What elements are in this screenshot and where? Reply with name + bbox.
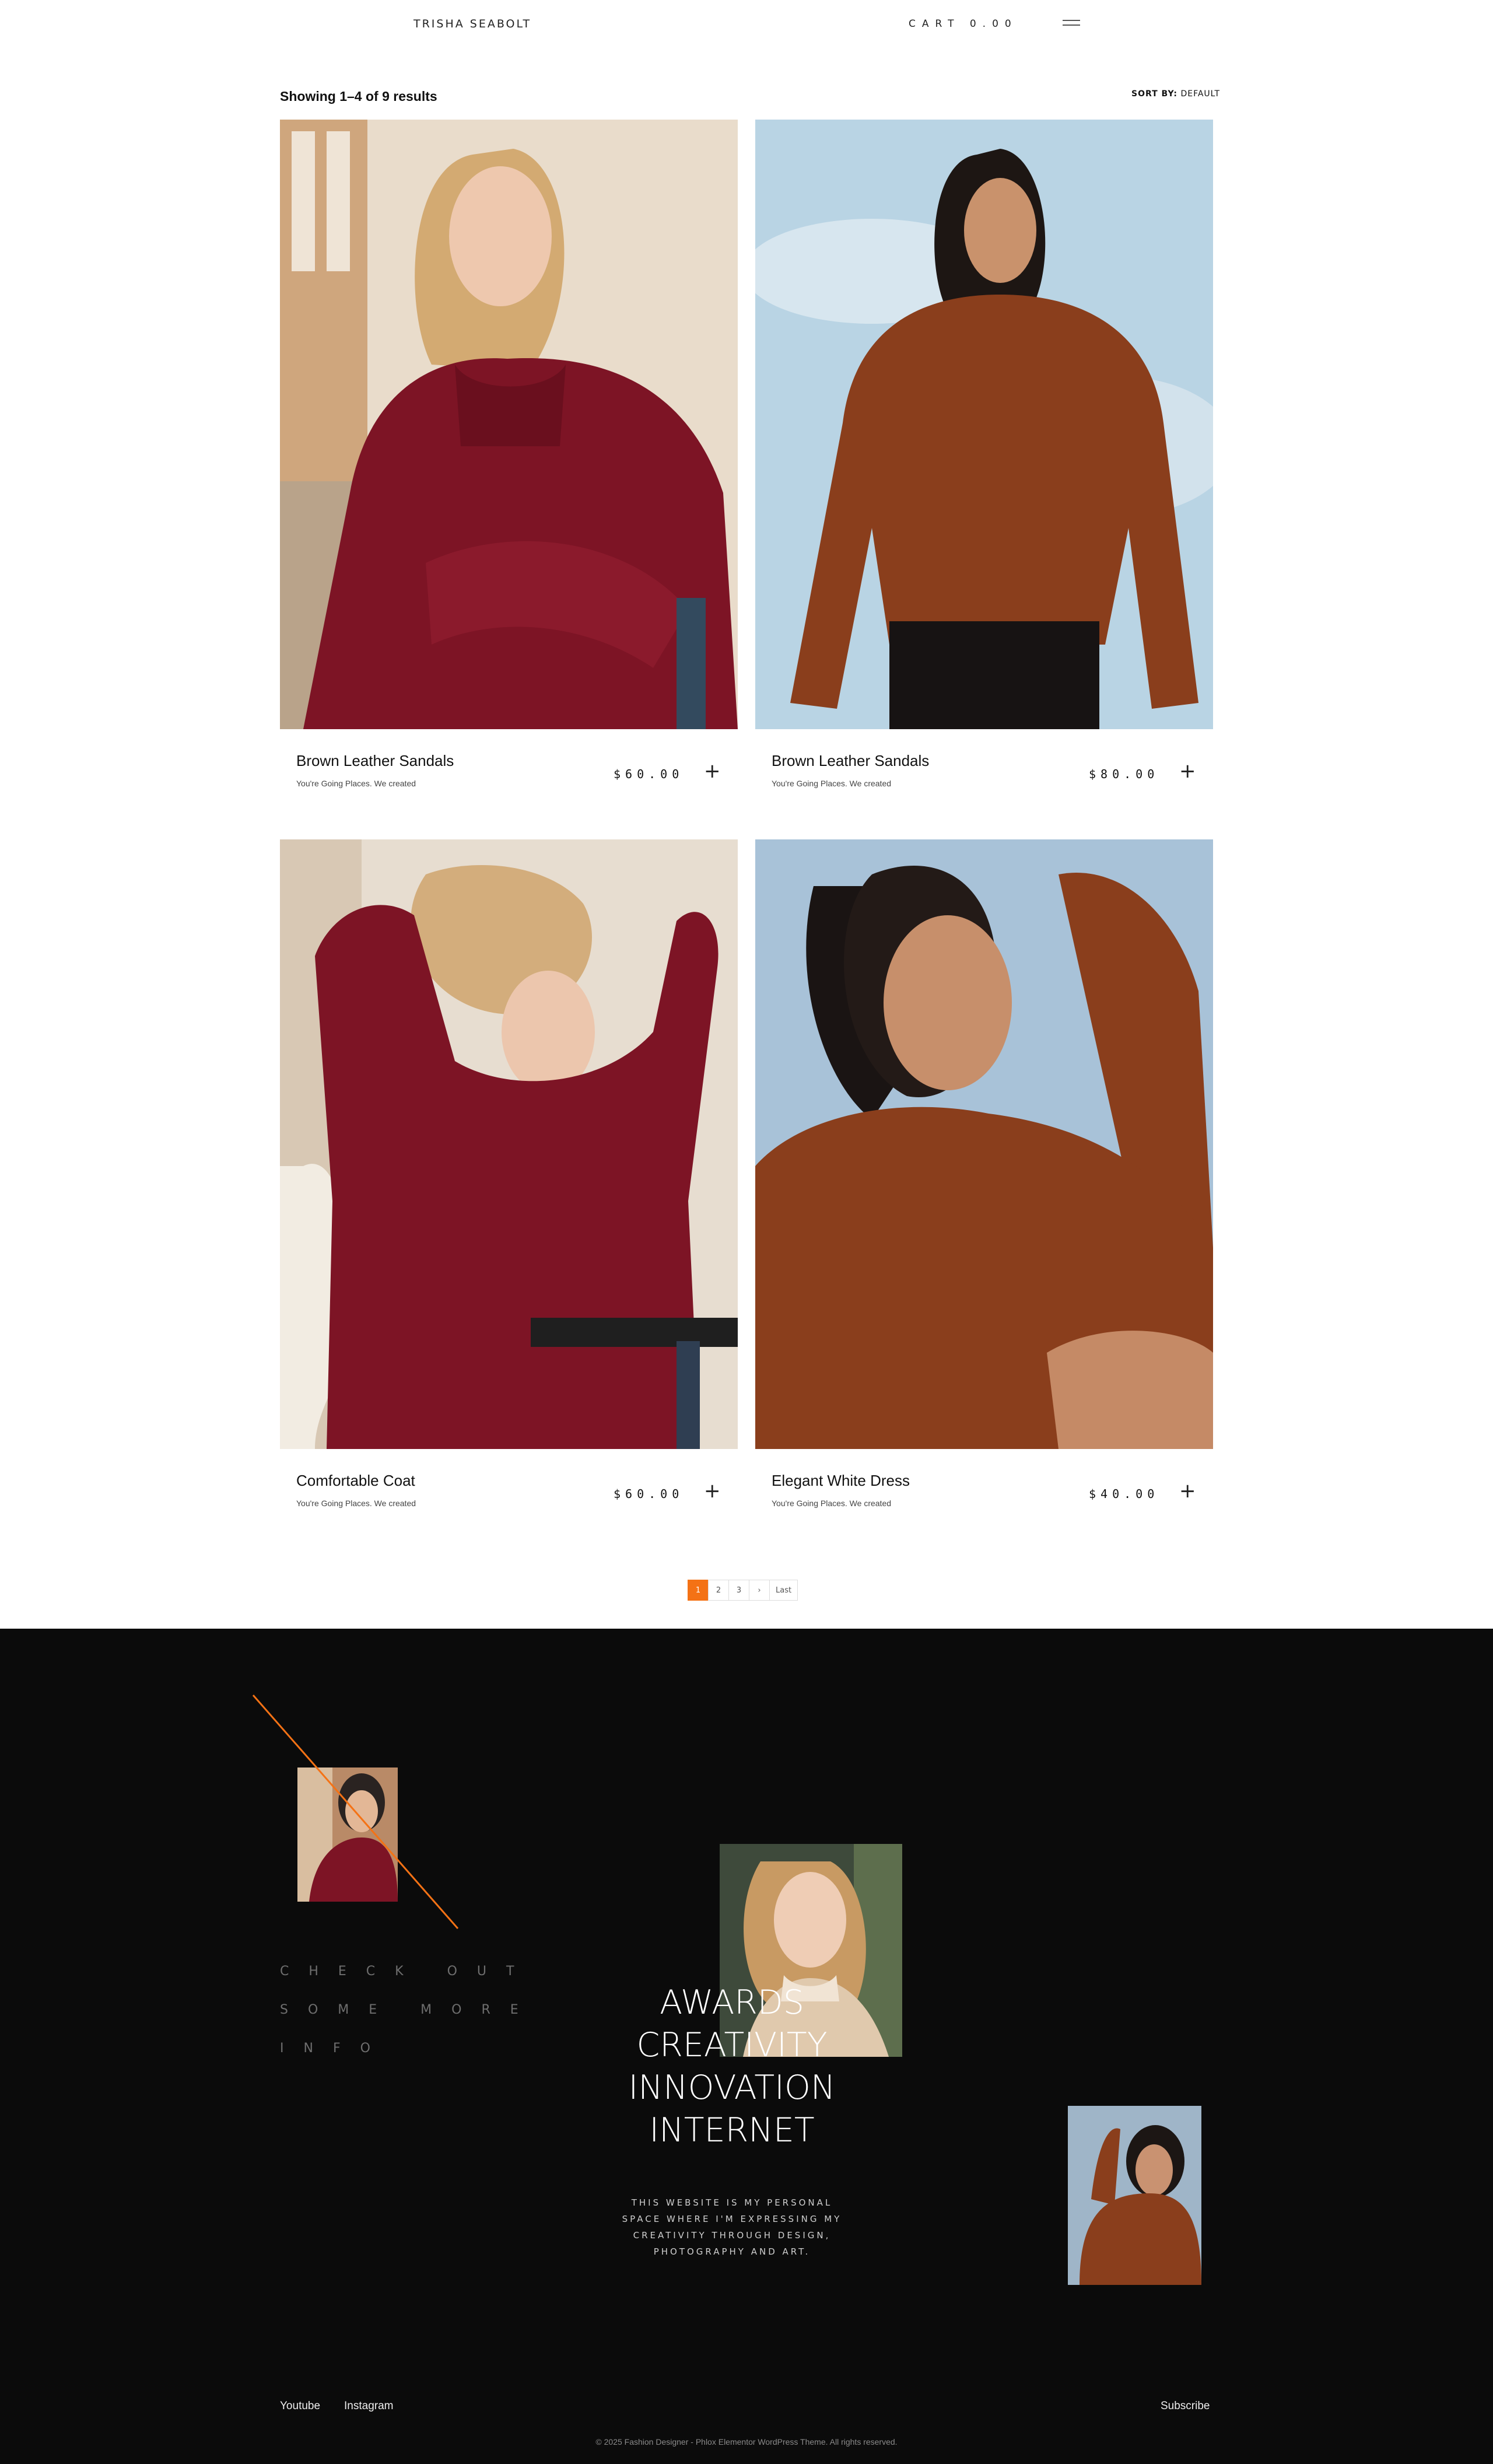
product-image[interactable]: [755, 839, 1213, 1449]
product-image[interactable]: [755, 120, 1213, 729]
headline-line: INTERNET: [649, 2111, 815, 2150]
page-2-link[interactable]: 2: [708, 1580, 729, 1601]
product-card: Elegant White Dress You're Going Places.…: [755, 839, 1213, 1508]
page-3-link[interactable]: 3: [728, 1580, 749, 1601]
plus-icon[interactable]: +: [1179, 761, 1196, 781]
product-price: $40.00: [1089, 1487, 1159, 1501]
product-name[interactable]: Comfortable Coat: [296, 1472, 415, 1490]
sort-label: SORT BY:: [1131, 89, 1177, 99]
product-subtitle: You're Going Places. We created: [772, 779, 892, 788]
headline-line: AWARDS: [660, 1983, 804, 2022]
copyright: © 2025 Fashion Designer - Phlox Elemento…: [595, 2437, 898, 2446]
sort-dropdown[interactable]: SORT BY: DEFAULT: [1131, 89, 1220, 99]
results-count: Showing 1–4 of 9 results: [280, 89, 437, 104]
product-subtitle: You're Going Places. We created: [296, 779, 416, 788]
next-page-link[interactable]: ›: [749, 1580, 770, 1601]
info-line[interactable]: INFO: [280, 2041, 390, 2056]
plus-icon[interactable]: +: [704, 1481, 721, 1501]
product-price: $60.00: [614, 767, 684, 781]
site-footer: CHECK OUT SOME MORE INFO AWARDS CREATIVI…: [0, 1629, 1493, 2464]
product-price: $60.00: [614, 1487, 684, 1501]
gallery-photo[interactable]: [1068, 2106, 1201, 2285]
about-blurb: THIS WEBSITE IS MY PERSONAL SPACE WHERE …: [622, 2197, 842, 2257]
some-more-line[interactable]: SOME MORE: [280, 2003, 538, 2017]
cart-link[interactable]: CART 0.00: [909, 18, 1018, 30]
site-brand[interactable]: TRISHA SEABOLT: [413, 18, 531, 30]
product-image[interactable]: [280, 839, 738, 1449]
product-card: Brown Leather Sandals You're Going Place…: [280, 120, 738, 788]
product-image[interactable]: [280, 120, 738, 729]
subscribe-link[interactable]: Subscribe: [1161, 2400, 1210, 2413]
product-name[interactable]: Brown Leather Sandals: [296, 752, 454, 770]
last-page-link[interactable]: Last: [769, 1580, 798, 1601]
product-card: Comfortable Coat You're Going Places. We…: [280, 839, 738, 1508]
product-card: Brown Leather Sandals You're Going Place…: [755, 120, 1213, 788]
plus-icon[interactable]: +: [1179, 1481, 1196, 1501]
instagram-link[interactable]: Instagram: [344, 2400, 393, 2413]
product-name[interactable]: Elegant White Dress: [772, 1472, 910, 1490]
product-subtitle: You're Going Places. We created: [772, 1499, 892, 1508]
check-out-line[interactable]: CHECK OUT: [280, 1964, 534, 1979]
page-1-link[interactable]: 1: [688, 1580, 709, 1601]
product-subtitle: You're Going Places. We created: [296, 1499, 416, 1508]
decorative-line: [252, 1695, 459, 1929]
headline-line: INNOVATION: [628, 2068, 836, 2107]
plus-icon[interactable]: +: [704, 761, 721, 781]
product-name[interactable]: Brown Leather Sandals: [772, 752, 929, 770]
youtube-link[interactable]: Youtube: [280, 2400, 320, 2413]
pagination: 1 2 3 › Last: [688, 1580, 798, 1601]
headline: AWARDS CREATIVITY INNOVATION INTERNET: [601, 1982, 863, 2152]
sort-value: DEFAULT: [1180, 89, 1221, 99]
product-price: $80.00: [1089, 767, 1159, 781]
hamburger-icon[interactable]: [1063, 20, 1080, 27]
headline-line: CREATIVITY: [636, 2026, 828, 2064]
